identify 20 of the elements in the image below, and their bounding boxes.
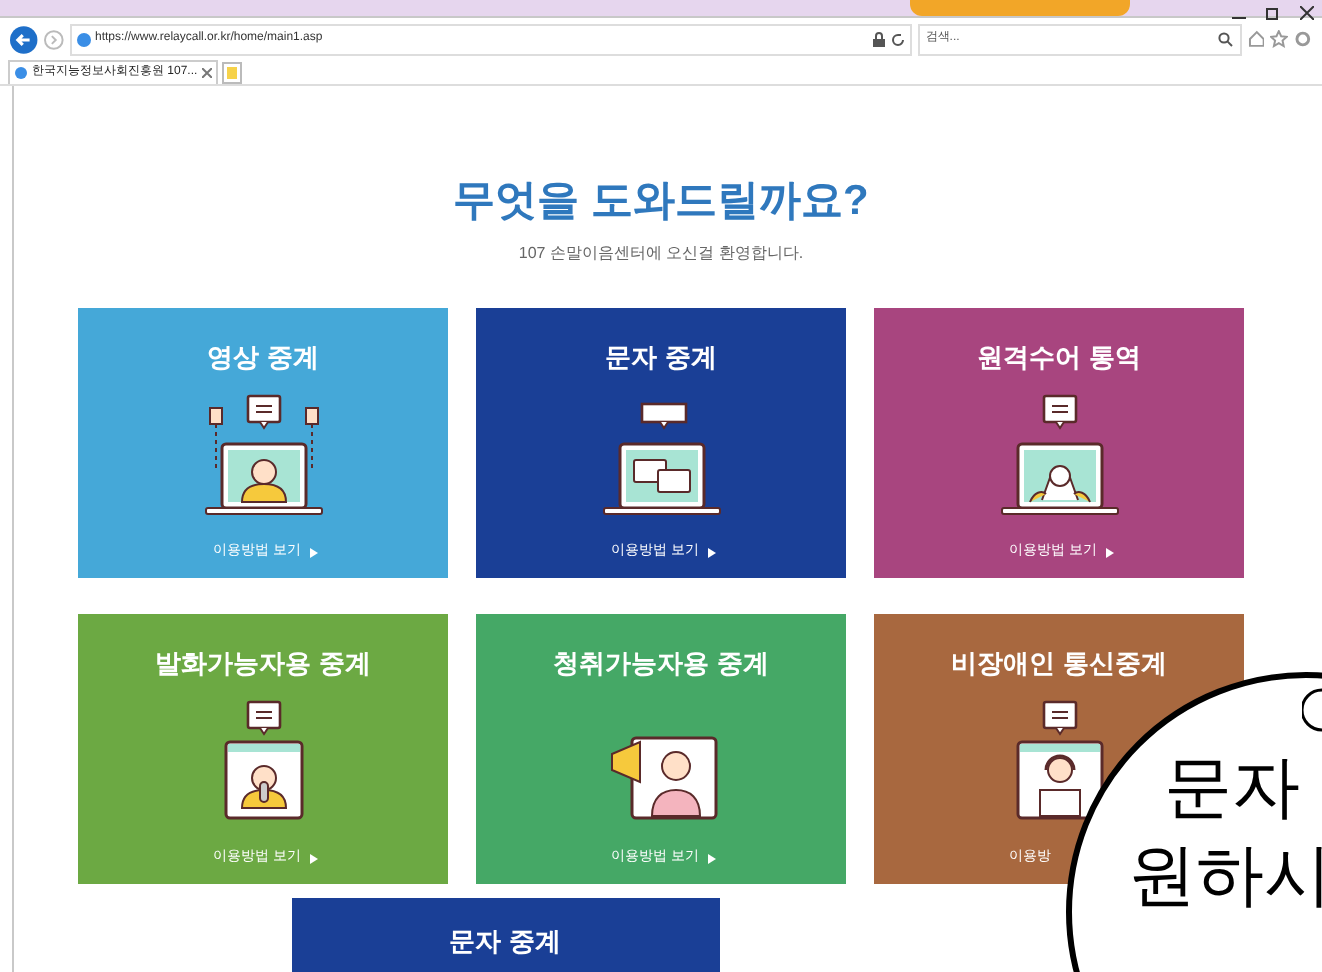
search-icon[interactable]: [1217, 31, 1234, 47]
card-title: 문자 중계: [449, 924, 561, 960]
refresh-icon[interactable]: [889, 31, 906, 47]
card-title: 발화가능자용 중계: [155, 650, 371, 676]
card-title: 영상 중계: [207, 344, 319, 370]
lock-icon: [871, 31, 886, 47]
card-title: 문자 중계: [605, 344, 717, 370]
page-icon: [14, 66, 28, 80]
back-icon[interactable]: [10, 25, 38, 53]
page-subheading: 107 손말이음센터에 오신걸 환영합니다.: [518, 242, 804, 266]
restore-icon[interactable]: [1266, 6, 1280, 20]
page-icon: [75, 31, 92, 47]
close-icon[interactable]: [1300, 6, 1314, 20]
page-heading: 무엇을 도와드릴까요?: [453, 180, 869, 222]
card-title: 청취가능자용 중계: [553, 650, 769, 676]
card-title: 비장애인 통신중계: [951, 650, 1167, 676]
home-icon[interactable]: [1247, 30, 1265, 48]
star-icon[interactable]: [1270, 30, 1289, 48]
service-card[interactable]: 문자 중계: [291, 898, 719, 972]
card-title: 원격수어 통역: [977, 344, 1141, 370]
